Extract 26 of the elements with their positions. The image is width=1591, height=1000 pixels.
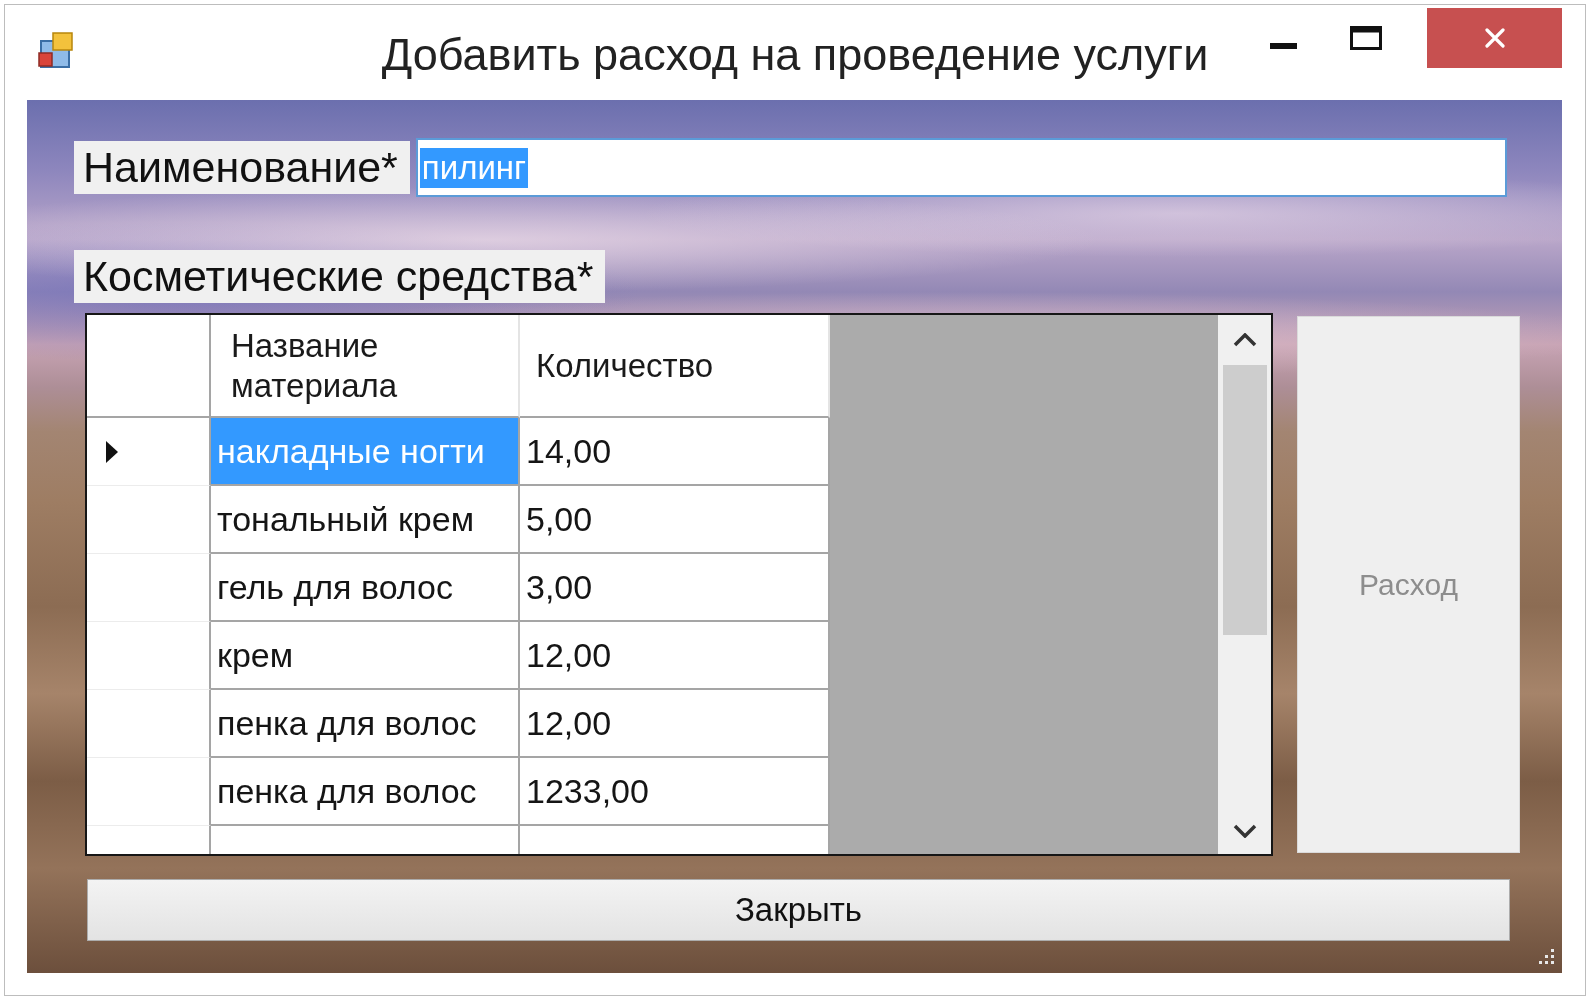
close-button[interactable] — [1427, 8, 1562, 68]
chevron-down-icon[interactable] — [1232, 824, 1257, 838]
close-icon[interactable] — [1484, 28, 1505, 48]
vertical-scrollbar[interactable] — [1218, 315, 1271, 854]
grid-label: Косметические средства* — [74, 250, 606, 303]
table-cell: тональный крем — [211, 486, 520, 554]
window-title: Добавить расход на проведение услуги — [381, 28, 1209, 81]
grid-corner-header[interactable] — [87, 315, 211, 418]
table-cell: пенка для волос — [211, 758, 520, 826]
maximize-icon[interactable] — [1350, 26, 1382, 50]
table-cell: 14,00 — [520, 418, 830, 486]
table-cell: крем — [211, 622, 520, 690]
app-icon — [38, 31, 74, 71]
field-label: Наименование* — [74, 141, 410, 194]
table-cell: 12,00 — [520, 622, 830, 690]
table-cell: 12,00 — [520, 690, 830, 758]
table-cell: 3,00 — [520, 554, 830, 622]
close-button[interactable]: Закрыть — [87, 879, 1510, 941]
chevron-up-icon[interactable] — [1232, 333, 1257, 347]
row-indicator-icon — [105, 439, 119, 464]
table-cell: накладные ногти — [211, 418, 520, 486]
scrollbar-thumb[interactable] — [1222, 365, 1267, 635]
table-cell: пенка для волос — [211, 690, 520, 758]
table-cell: гель для волос — [211, 554, 520, 622]
table-cell: 5,00 — [520, 486, 830, 554]
table-cell: 1233,00 — [520, 758, 830, 826]
